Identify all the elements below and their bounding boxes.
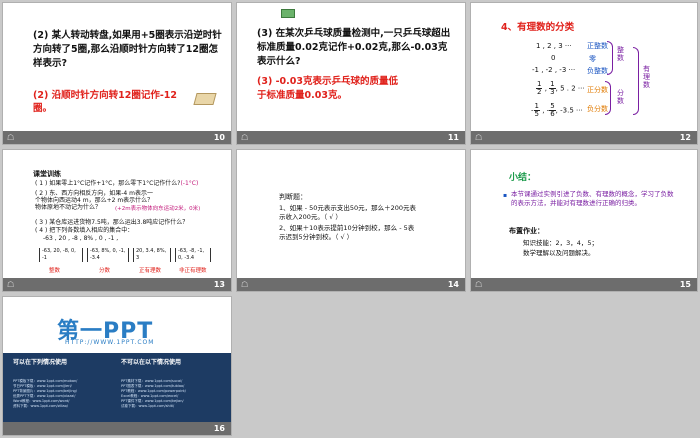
- slide-footer-strip: ☖ 15: [471, 278, 697, 291]
- homework-item-2: 数学理解以及问题解决。: [523, 249, 595, 257]
- brand-url: HTTP://WWW.1PPT.COM: [65, 339, 155, 346]
- exercise-q3: ( 3 ) 某仓库运进货物7.5吨，那么运出3.8吨应记作什么？: [35, 219, 189, 226]
- fraction: 12: [536, 80, 543, 96]
- exercise-number-list: -63 , 20 , -8 , 8% , 0 , -1 ,: [43, 235, 119, 242]
- slide-footer-strip: 16: [3, 422, 231, 435]
- slide-thumbnail-11[interactable]: (3) 在某次乒乓球质量检测中,一只乒乓球超出标准质量0.02克记作+0.02克…: [236, 2, 466, 145]
- slide-thumbnail-13[interactable]: 课堂训练 ( 1 ) 如果零上1°C记作+1°C，那么零下1°C记作什么?(-1…: [2, 149, 232, 292]
- slide-notes-icon: ☖: [475, 133, 483, 142]
- label-positive-fraction: 正分数: [587, 86, 608, 94]
- group-label-rational: 有理数: [643, 65, 650, 89]
- info-links-left: PPT模板下载：www.1ppt.com/moban/ 节日PPT模板：www.…: [13, 379, 113, 409]
- slide-answer-text: (2) 沿顺时针方向转12圈记作-12圈。: [33, 90, 177, 114]
- group-label-fraction: 分数: [617, 89, 624, 105]
- true-false-item-1: 1、如果 - 50元表示支出50元，那么＋200元表示收入200元。（ √ ）: [279, 204, 417, 221]
- homework-item-1: 知识技能：2，3，4，5；: [523, 239, 599, 247]
- slide-footer-strip: ☖ 11: [237, 131, 465, 144]
- classification-row-pos-int: 1 , 2 , 3 ···: [536, 42, 572, 50]
- slide-number: 11: [447, 133, 459, 142]
- classification-row-pos-frac: 12 , 1 3, 5 . 2 ···: [536, 80, 585, 96]
- info-links-right: PPT素材下载：www.1ppt.com/sucai/ PPT图表下载：www.…: [121, 379, 221, 409]
- slide-thumbnail-12[interactable]: 4、有理数的分类 1 , 2 , 3 ··· 0 -1 , -2 , -3 ··…: [470, 2, 698, 145]
- exercise-a2: (+2m表示物体向东运动2米，0米): [115, 206, 201, 212]
- slide-answer-text: (3) -0.03克表示乒乓球的质量低于标准质量0.03克。: [257, 76, 398, 101]
- slide-title: 课堂训练: [33, 170, 61, 178]
- slide-title: 4、有理数的分类: [501, 22, 575, 33]
- summary-text: 本节课通过实例引进了负数、有理数的概念，学习了负数的表示方法，并能对有理数进行正…: [511, 190, 674, 207]
- answer-set-fractions: -63, 8%, 0, -1, -3.4: [87, 248, 129, 262]
- slide-thumbnail-10[interactable]: (2) 某人转动转盘,如果用+5圈表示沿逆时针方向转了5圈,那么沿顺时针方向转了…: [2, 2, 232, 145]
- classification-row-neg-int: -1 , -2 , -3 ···: [532, 66, 576, 74]
- slide-footer-strip: ☖ 12: [471, 131, 697, 144]
- label-negative-fraction: 负分数: [587, 105, 608, 113]
- set-caption-positive: 正有理数: [139, 268, 162, 274]
- slide-notes-icon: ☖: [241, 280, 249, 289]
- slide-title: 小结：: [509, 173, 537, 183]
- label-zero: 零: [589, 55, 596, 63]
- slide-footer-strip: ☖ 10: [3, 131, 231, 144]
- slide-number: 16: [213, 424, 225, 433]
- allowed-title: 可以在下列情况使用: [13, 359, 68, 366]
- true-false-item-2: 2、如果＋10表示提前10分钟到校，那么 - 5表示迟到5分钟到校。（ √ ）: [279, 224, 415, 241]
- slide-question-text: (3) 在某次乒乓球质量检测中,一只乒乓球超出标准质量0.02克记作+0.02克…: [257, 28, 451, 67]
- forbidden-title: 不可以在以下情况使用: [121, 359, 182, 366]
- bullet-icon: ▪: [503, 192, 508, 199]
- slide-notes-icon: ☖: [7, 133, 15, 142]
- set-caption-nonpositive: 非正有理数: [179, 268, 207, 274]
- slide-question-text: (2) 某人转动转盘,如果用+5圈表示沿逆时针方向转了5圈,那么沿顺时针方向转了…: [33, 30, 222, 69]
- classification-row-zero: 0: [551, 54, 556, 62]
- set-caption-integers: 整数: [49, 268, 61, 274]
- homework-title: 布置作业：: [509, 227, 544, 235]
- slide-footer-strip: ☖ 13: [3, 278, 231, 291]
- slide-thumbnail-15[interactable]: 小结： ▪ 本节课通过实例引进了负数、有理数的概念，学习了负数的表示方法，并能对…: [470, 149, 698, 292]
- slide-notes-icon: ☖: [241, 133, 249, 142]
- answer-set-positive: 20, 3.4, 8%, 3: [133, 248, 171, 262]
- slide-footer-strip: ☖ 14: [237, 278, 465, 291]
- slide-number: 15: [679, 280, 691, 289]
- exercise-q4: ( 4 ) 把下列各数填入相应的集合中：: [35, 227, 134, 234]
- resource-link[interactable]: 试卷下载：www.1ppt.com/shiti/: [121, 404, 221, 409]
- slide-title: 判断题：: [279, 193, 307, 201]
- label-negative-integer: 负整数: [587, 67, 608, 75]
- book-icon: [281, 9, 295, 18]
- group-label-integer: 整数: [617, 46, 624, 62]
- answer-set-nonpositive: -63, -8, -1, 0, -3.4: [175, 248, 211, 262]
- pencil-book-icon: [193, 93, 217, 105]
- slide-notes-icon: ☖: [7, 280, 15, 289]
- answer-set-integers: -63, 20, -8, 0, -1: [39, 248, 83, 262]
- set-caption-fractions: 分数: [99, 268, 111, 274]
- slide-notes-icon: ☖: [475, 280, 483, 289]
- slide-number: 14: [447, 280, 459, 289]
- exercise-q1: ( 1 ) 如果零上1°C记作+1°C，那么零下1°C记作什么?(-1°C): [35, 180, 199, 187]
- resource-link[interactable]: 资料下载：www.1ppt.com/ziliao/: [13, 404, 113, 409]
- classification-row-neg-frac: -15 , -5 6, -3.5 ···: [531, 102, 583, 118]
- slide-thumbnail-14[interactable]: 判断题： 1、如果 - 50元表示支出50元，那么＋200元表示收入200元。（…: [236, 149, 466, 292]
- slide-number: 13: [213, 280, 225, 289]
- label-positive-integer: 正整数: [587, 42, 608, 50]
- slide-number: 10: [213, 133, 225, 142]
- slide-thumbnail-16[interactable]: 第一PPT HTTP://WWW.1PPT.COM 可以在下列情况使用 不可以在…: [2, 296, 232, 436]
- fraction: 15: [533, 102, 540, 118]
- slide-number: 12: [679, 133, 691, 142]
- brace-rational: [633, 47, 639, 115]
